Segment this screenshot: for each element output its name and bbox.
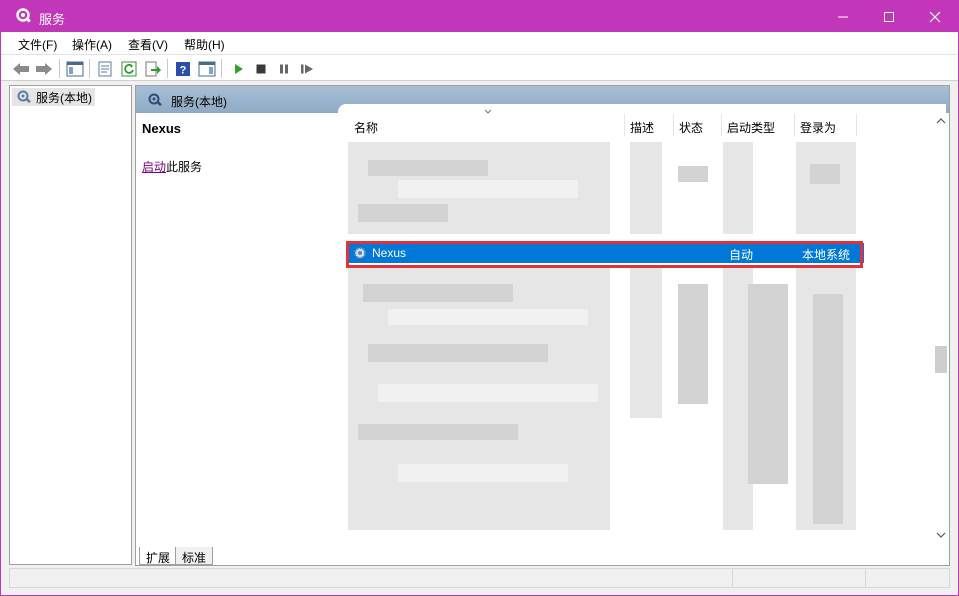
column-separator xyxy=(856,114,857,136)
forward-button[interactable] xyxy=(34,59,54,78)
services-gear-icon xyxy=(16,8,31,23)
menu-action[interactable]: 操作(A) xyxy=(72,36,112,53)
show-hide-tree-button[interactable] xyxy=(65,59,85,78)
restart-service-icon xyxy=(301,64,313,73)
maximize-button[interactable] xyxy=(866,1,912,32)
column-header-name[interactable]: 名称 xyxy=(354,119,378,136)
close-button[interactable] xyxy=(912,1,958,32)
scroll-up-icon[interactable] xyxy=(936,117,946,125)
refresh-icon xyxy=(121,61,137,76)
services-gear-icon xyxy=(148,93,162,107)
toolbar-separator xyxy=(221,59,222,78)
stop-service-button[interactable] xyxy=(251,59,271,78)
start-service-button[interactable] xyxy=(228,59,248,78)
close-icon xyxy=(929,11,941,22)
show-hide-tree-icon xyxy=(66,61,84,76)
status-cell xyxy=(865,569,866,587)
services-gear-icon xyxy=(17,90,31,104)
scrollbar-thumb[interactable] xyxy=(935,346,947,373)
restart-service-button[interactable] xyxy=(297,59,317,78)
column-separator xyxy=(794,114,795,136)
export-list-icon xyxy=(145,61,161,76)
properties-button[interactable] xyxy=(95,59,115,78)
services-window: 服务 文件(F) 操作(A) 查看(V) 帮助(H) ? 服务(本地) 服务(本… xyxy=(0,0,959,596)
start-service-icon xyxy=(235,63,243,74)
pane-header-title: 服务(本地) xyxy=(171,95,227,109)
tree-node-services-local[interactable]: 服务(本地) xyxy=(12,88,95,106)
service-list[interactable]: 名称 描述 状态 启动类型 登录为 Nexus 自动 本地系统 xyxy=(338,104,946,549)
service-description-title: Nexus xyxy=(142,121,182,136)
help-button[interactable]: ? xyxy=(173,59,193,78)
start-service-link[interactable]: 启动 xyxy=(142,160,166,174)
menu-view[interactable]: 查看(V) xyxy=(128,36,168,53)
title-bar[interactable]: 服务 xyxy=(1,1,958,32)
column-header-startup-type[interactable]: 启动类型 xyxy=(727,119,775,136)
back-button[interactable] xyxy=(11,59,31,78)
sort-arrow-icon xyxy=(484,109,492,114)
column-separator xyxy=(673,114,674,136)
vertical-scrollbar[interactable] xyxy=(933,113,949,545)
column-header-description[interactable]: 描述 xyxy=(630,119,654,136)
export-list-button[interactable] xyxy=(143,59,163,78)
tab-extended[interactable]: 扩展 xyxy=(139,547,178,565)
maximize-icon xyxy=(884,11,894,22)
forward-icon xyxy=(36,62,52,75)
toolbar: ? xyxy=(1,54,958,81)
stop-service-icon xyxy=(256,64,266,73)
menu-help[interactable]: 帮助(H) xyxy=(184,36,225,53)
refresh-button[interactable] xyxy=(119,59,139,78)
toolbar-separator xyxy=(89,59,90,78)
tab-standard[interactable]: 标准 xyxy=(175,547,214,565)
toolbar-separator xyxy=(167,59,168,78)
pause-service-icon xyxy=(280,64,288,73)
highlight-box xyxy=(346,241,863,268)
services-pane: 服务(本地) Nexus 启动此服务 名称 描述 状态 启动类型 登录为 Nex… xyxy=(135,85,950,566)
window-title: 服务 xyxy=(39,12,66,27)
console-tree: 服务(本地) xyxy=(9,85,132,565)
show-action-pane-button[interactable] xyxy=(197,59,217,78)
menu-bar: 文件(F) 操作(A) 查看(V) 帮助(H) xyxy=(1,32,958,54)
view-tabs: 扩展 标准 xyxy=(135,546,950,566)
back-icon xyxy=(13,62,29,75)
start-service-suffix: 此服务 xyxy=(166,160,203,174)
column-separator xyxy=(721,114,722,136)
help-icon: ? xyxy=(176,61,190,76)
start-service-description: 启动此服务 xyxy=(142,158,202,175)
scroll-down-icon[interactable] xyxy=(936,531,946,539)
minimize-icon xyxy=(838,16,848,17)
column-separator xyxy=(624,114,625,136)
column-header-status[interactable]: 状态 xyxy=(679,119,703,136)
show-action-pane-icon xyxy=(198,61,216,76)
tree-node-label: 服务(本地) xyxy=(36,91,92,105)
column-header-logon-as[interactable]: 登录为 xyxy=(800,119,836,136)
svg-text:?: ? xyxy=(180,64,187,76)
properties-icon xyxy=(98,61,112,76)
menu-file[interactable]: 文件(F) xyxy=(18,36,57,53)
minimize-button[interactable] xyxy=(820,1,866,32)
status-bar xyxy=(9,568,950,588)
toolbar-separator xyxy=(59,59,60,78)
status-cell xyxy=(732,569,733,587)
pause-service-button[interactable] xyxy=(274,59,294,78)
